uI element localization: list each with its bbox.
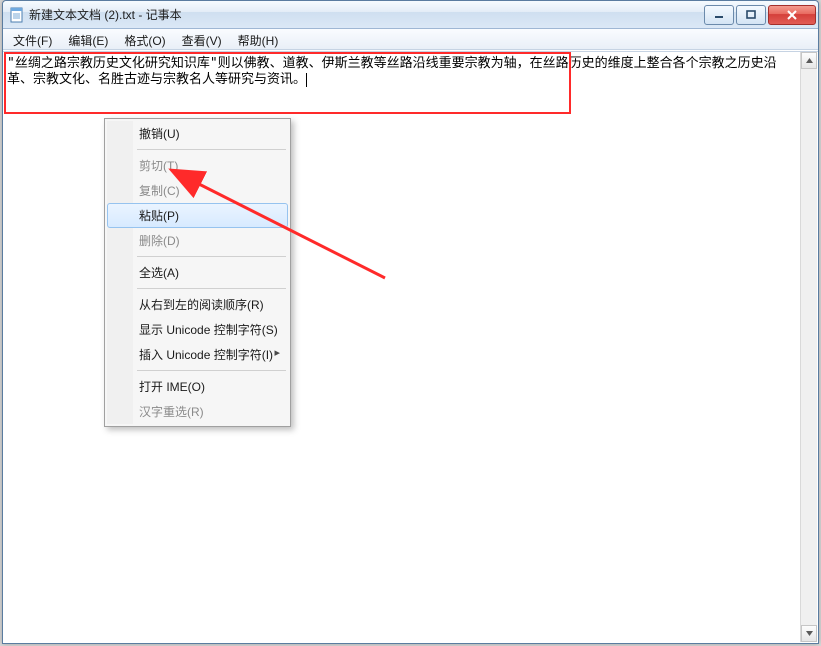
menu-edit[interactable]: 编辑(E) bbox=[60, 29, 116, 49]
context-menu: 撤销(U) 剪切(T) 复制(C) 粘贴(P) 删除(D) 全选(A) 从右到左… bbox=[104, 118, 291, 427]
window-buttons bbox=[702, 5, 816, 25]
cm-delete: 删除(D) bbox=[107, 228, 288, 253]
menu-file[interactable]: 文件(F) bbox=[5, 29, 60, 49]
menu-format[interactable]: 格式(O) bbox=[116, 29, 173, 49]
cm-separator bbox=[137, 149, 286, 150]
cm-separator bbox=[137, 370, 286, 371]
menu-view[interactable]: 查看(V) bbox=[174, 29, 230, 49]
minimize-button[interactable] bbox=[704, 5, 734, 25]
maximize-button[interactable] bbox=[736, 5, 766, 25]
cm-open-ime[interactable]: 打开 IME(O) bbox=[107, 374, 288, 399]
cm-copy: 复制(C) bbox=[107, 178, 288, 203]
cm-insert-unicode[interactable]: 插入 Unicode 控制字符(I) bbox=[107, 342, 288, 367]
vertical-scrollbar[interactable] bbox=[800, 52, 817, 642]
window-title: 新建文本文档 (2).txt - 记事本 bbox=[29, 6, 702, 23]
editor-content: "丝绸之路宗教历史文化研究知识库"则以佛教、道教、伊斯兰教等丝路沿线重要宗教为轴… bbox=[7, 56, 777, 87]
menubar: 文件(F) 编辑(E) 格式(O) 查看(V) 帮助(H) bbox=[3, 29, 818, 50]
cm-rtl[interactable]: 从右到左的阅读顺序(R) bbox=[107, 292, 288, 317]
cm-undo[interactable]: 撤销(U) bbox=[107, 121, 288, 146]
titlebar[interactable]: 新建文本文档 (2).txt - 记事本 bbox=[3, 1, 818, 29]
menu-help[interactable]: 帮助(H) bbox=[230, 29, 287, 49]
cm-paste[interactable]: 粘贴(P) bbox=[107, 203, 288, 228]
notepad-app-icon bbox=[9, 7, 25, 23]
cm-reconvert: 汉字重选(R) bbox=[107, 399, 288, 424]
cm-separator bbox=[137, 256, 286, 257]
cm-show-unicode[interactable]: 显示 Unicode 控制字符(S) bbox=[107, 317, 288, 342]
scroll-down-button[interactable] bbox=[801, 625, 817, 642]
close-button[interactable] bbox=[768, 5, 816, 25]
scroll-up-button[interactable] bbox=[801, 52, 817, 69]
cm-cut: 剪切(T) bbox=[107, 153, 288, 178]
text-caret bbox=[306, 73, 307, 87]
scroll-track[interactable] bbox=[801, 69, 817, 625]
cm-separator bbox=[137, 288, 286, 289]
cm-select-all[interactable]: 全选(A) bbox=[107, 260, 288, 285]
